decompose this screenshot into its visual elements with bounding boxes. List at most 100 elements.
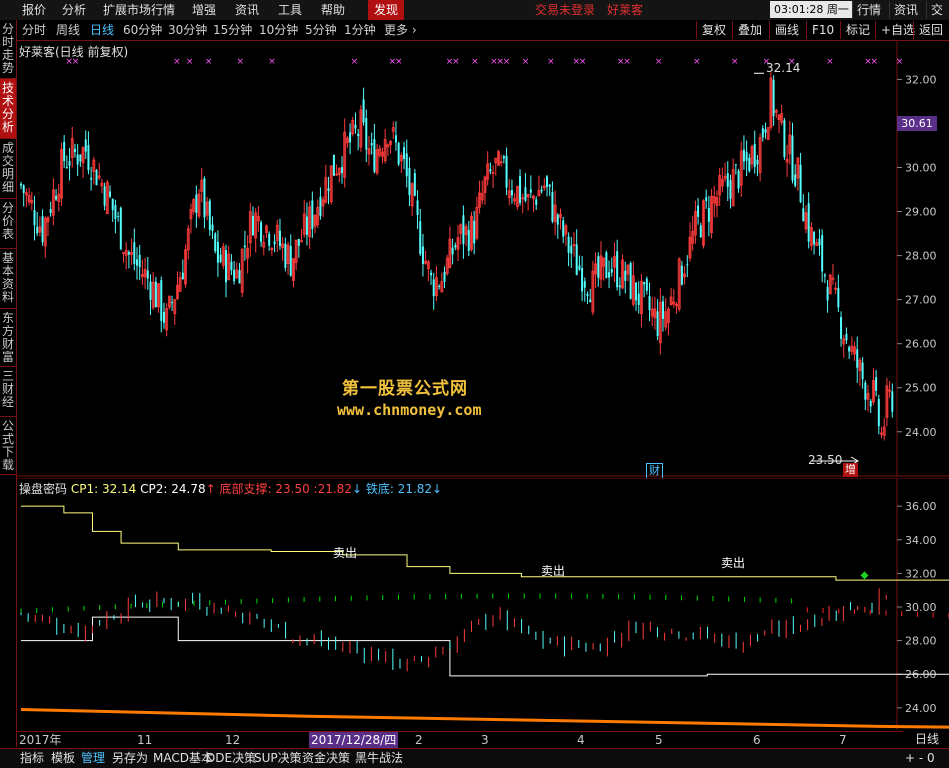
- event-marker: ×: [471, 57, 479, 67]
- candle-body-down: [230, 261, 233, 271]
- event-marker: ×: [351, 57, 359, 67]
- candle-body-down: [680, 265, 683, 285]
- indicator-chart[interactable]: 24.0026.0028.0030.0032.0034.0036.00: [17, 478, 949, 730]
- btn-trade[interactable]: 交易: [926, 1, 949, 35]
- indicator-legend: 操盘密码 CP1: 32.14 CP2: 24.78↑ 底部支撑: 23.50 …: [19, 480, 442, 497]
- tab-trade-details[interactable]: 成交明细: [0, 139, 16, 199]
- tab-intraday-trend[interactable]: 分时走势: [0, 20, 16, 79]
- btn-back[interactable]: 返回: [913, 21, 943, 39]
- btab-dde[interactable]: DDE决策: [206, 749, 256, 768]
- period-5min[interactable]: 5分钟: [305, 20, 337, 40]
- btab-indicator[interactable]: 指标: [20, 749, 44, 768]
- period-indicator[interactable]: 日线: [905, 731, 949, 747]
- trade-status[interactable]: 交易未登录: [535, 0, 595, 20]
- low-price-label: 23.50: [808, 453, 843, 467]
- candle-body-down: [699, 225, 702, 238]
- tab-basic-info[interactable]: 基本资料: [0, 249, 16, 309]
- time-axis: 2017年 11 12 2017/12/28/四 2 3 4 5 6 7: [17, 731, 903, 748]
- candle-body-down: [76, 154, 79, 165]
- btn-info[interactable]: 资讯: [889, 1, 922, 19]
- period-intraday[interactable]: 分时: [22, 20, 46, 40]
- menu-quotes[interactable]: 报价: [22, 0, 46, 20]
- sell-signal-1: 卖出: [333, 546, 358, 560]
- tab-technical-analysis[interactable]: 技术分析: [0, 79, 16, 139]
- candle-body-down: [802, 208, 805, 222]
- menu-bar: 报价 分析 扩展市场行情 增强 资讯 工具 帮助 发现 交易未登录 好莱客 03…: [0, 0, 949, 35]
- candle-body-down: [505, 155, 508, 188]
- btab-sup[interactable]: SUP决策: [254, 749, 302, 768]
- candle-body-down: [519, 176, 522, 203]
- candle-body-down: [284, 243, 287, 268]
- btab-fund[interactable]: 资金决策: [302, 749, 350, 768]
- period-15min[interactable]: 15分钟: [213, 20, 252, 40]
- event-marker: ×: [522, 57, 530, 67]
- sub-y-tick-label: 36.00: [905, 500, 937, 513]
- period-30min[interactable]: 30分钟: [168, 20, 207, 40]
- candle-body-down: [49, 208, 52, 214]
- candle-body-down: [861, 362, 864, 380]
- time-label: 5: [655, 733, 663, 747]
- period-60min[interactable]: 60分钟: [123, 20, 162, 40]
- candle-body-down: [818, 238, 821, 246]
- btn-draw[interactable]: 画线: [769, 21, 799, 39]
- tab-eastmoney[interactable]: 东方财富: [0, 309, 16, 367]
- candle-body-down: [160, 280, 163, 321]
- period-week[interactable]: 周线: [56, 20, 80, 40]
- zoom-controls[interactable]: + - 0: [905, 749, 935, 768]
- menu-help[interactable]: 帮助: [321, 0, 345, 20]
- btab-save-as[interactable]: 另存为: [112, 749, 148, 768]
- candle-body-down: [233, 269, 236, 282]
- candle-body-down: [643, 282, 646, 285]
- event-tag-increase[interactable]: 增: [843, 463, 858, 477]
- btn-add-favorite[interactable]: +自选: [875, 21, 915, 39]
- candle-body-down: [211, 224, 214, 231]
- event-marker: ×: [731, 57, 739, 67]
- btn-market[interactable]: 行情: [852, 1, 885, 19]
- candle-body-down: [761, 128, 764, 138]
- candle-body-down: [869, 400, 872, 407]
- period-1min[interactable]: 1分钟: [344, 20, 376, 40]
- tab-price-table[interactable]: 分价表: [0, 199, 16, 249]
- btab-black-bull[interactable]: 黑牛战法: [355, 749, 403, 768]
- btab-manage[interactable]: 管理: [81, 749, 105, 768]
- candle-body-down: [138, 254, 141, 268]
- candle-body-down: [63, 142, 66, 162]
- y-tick-label: 32.00: [905, 73, 937, 86]
- indicator-name[interactable]: 操盘密码: [19, 482, 67, 496]
- period-more[interactable]: 更多 ›: [384, 20, 417, 40]
- candle-body-down: [203, 178, 206, 218]
- candle-body-down: [635, 282, 638, 301]
- btn-f10[interactable]: F10: [806, 21, 834, 39]
- time-label: 3: [481, 733, 489, 747]
- candle-body-down: [208, 200, 211, 230]
- watermark-title: 第一股票公式网: [342, 379, 468, 399]
- menu-discover[interactable]: 发现: [368, 0, 405, 20]
- event-tag-finance[interactable]: 财: [646, 463, 663, 479]
- menu-news[interactable]: 资讯: [235, 0, 259, 20]
- btn-mark[interactable]: 标记: [840, 21, 870, 39]
- tab-finance[interactable]: 三财经: [0, 367, 16, 417]
- period-10min[interactable]: 10分钟: [259, 20, 298, 40]
- period-day[interactable]: 日线: [90, 20, 114, 40]
- menu-enhance[interactable]: 增强: [192, 0, 216, 20]
- btab-macd[interactable]: MACD基本: [153, 749, 213, 768]
- candle-body-down: [327, 188, 330, 191]
- btn-overlay[interactable]: 叠加: [732, 21, 762, 39]
- candlestick-chart[interactable]: 24.0025.0026.0027.0028.0029.0030.0031.00…: [17, 41, 949, 477]
- menu-analysis[interactable]: 分析: [62, 0, 86, 20]
- btab-template[interactable]: 模板: [51, 749, 75, 768]
- candle-body-down: [332, 154, 335, 176]
- candle-body-down: [562, 220, 565, 237]
- candle-body-down: [756, 159, 759, 165]
- candle-body-down: [791, 135, 794, 181]
- candle-body-down: [419, 221, 422, 254]
- down-arrow-icon-2: ↓: [432, 482, 443, 496]
- menu-tools[interactable]: 工具: [278, 0, 302, 20]
- candle-body-down: [891, 391, 894, 412]
- candle-body-down: [421, 246, 424, 265]
- menu-extended-market[interactable]: 扩展市场行情: [103, 0, 175, 20]
- y-tick-label: 30.00: [905, 162, 937, 175]
- tab-formula-download[interactable]: 公式下载: [0, 417, 16, 475]
- btn-adjust[interactable]: 复权: [696, 21, 726, 39]
- event-marker: ×: [237, 57, 245, 67]
